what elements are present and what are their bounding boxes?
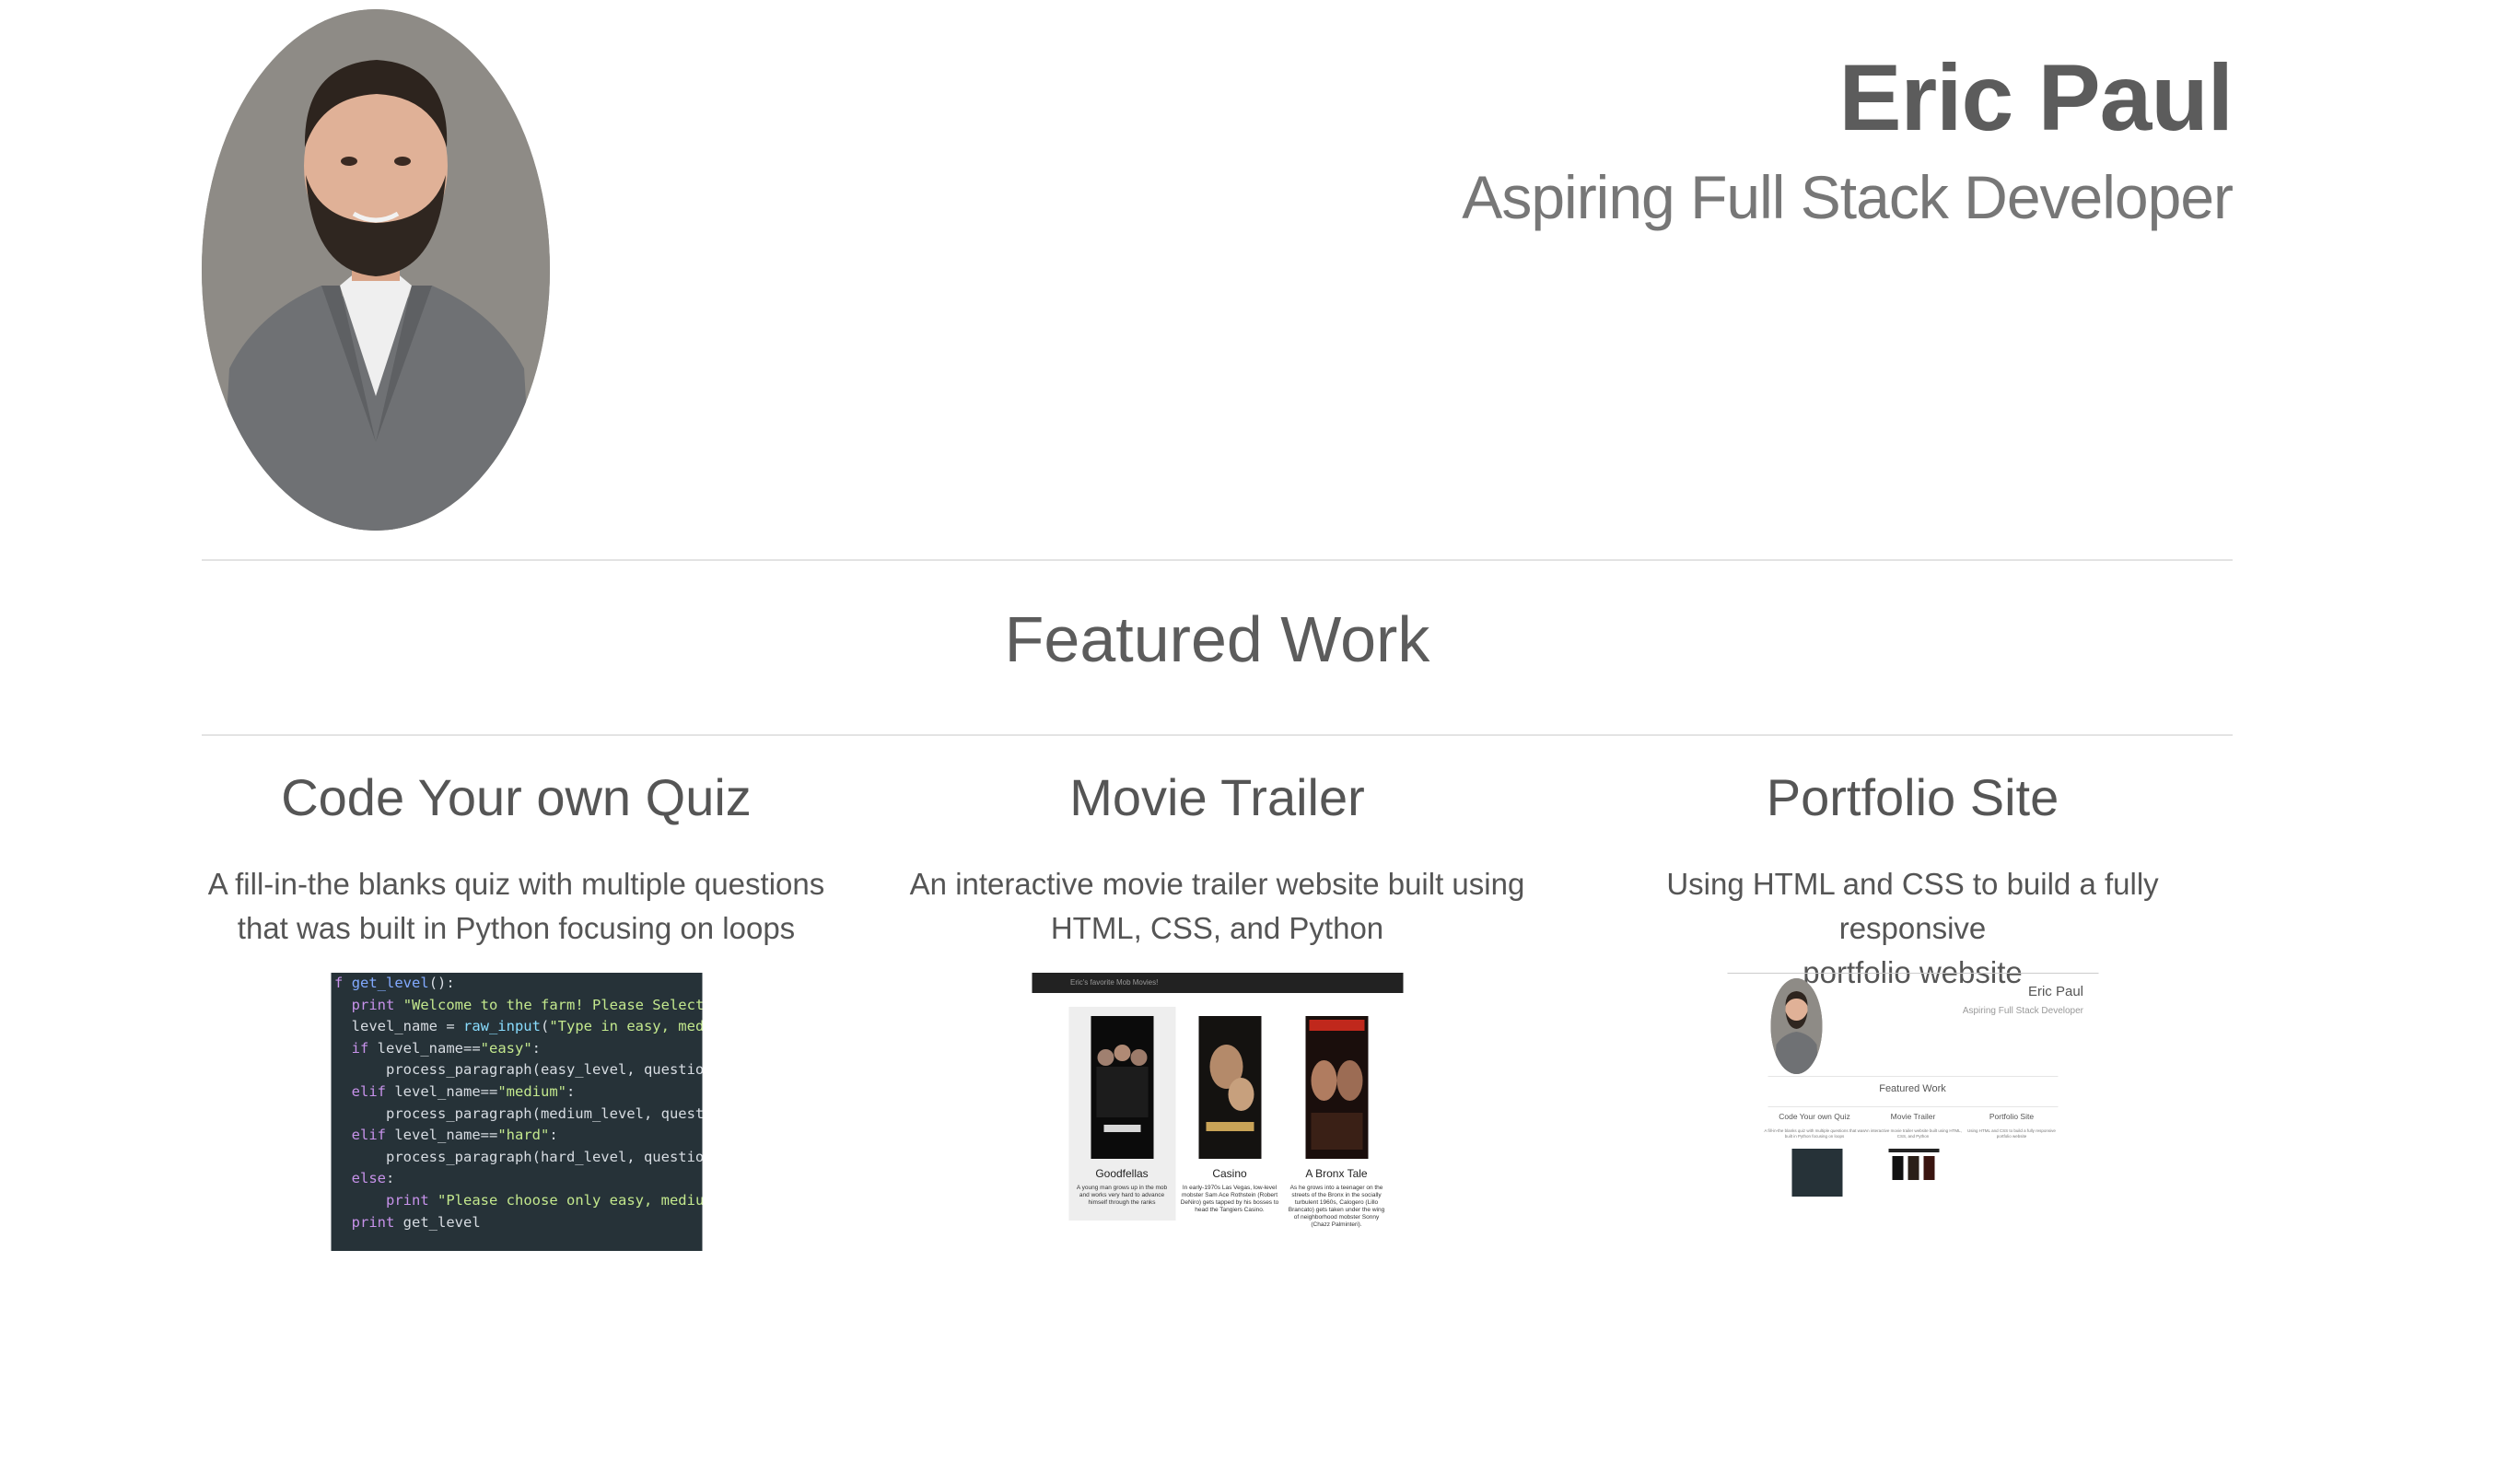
header-divider [202,559,2233,561]
project-description: An interactive movie trailer website bui… [903,862,1532,951]
site-owner-name: Eric Paul [1838,45,2234,150]
code-line: else: [351,1170,395,1187]
code-line: print "Please choose only easy, medium o [386,1191,702,1209]
project-description-line: Using HTML and CSS to build a fully resp… [1666,867,2159,945]
movie-card-goodfellas: Goodfellas A young man grows up in the m… [1068,1007,1175,1221]
project-title: Movie Trailer [1069,768,1365,826]
mini-project-title: Code Your own Quiz [1779,1112,1850,1121]
portfolio-thumbnail[interactable]: Eric Paul Aspiring Full Stack Developer … [1727,973,2098,1249]
movie-poster-goodfellas [1091,1016,1153,1159]
code-line: process_paragraph(hard_level, questions, [334,1148,702,1165]
code-line: elif level_name=="medium": [351,1082,576,1100]
mini-movie-thumbnail [1888,1149,1939,1190]
project-title: Code Your own Quiz [281,768,752,826]
project-description-line: A fill-in-the blanks quiz with multiple … [207,867,825,901]
mini-site-name: Eric Paul [2027,984,2083,999]
mini-code-thumbnail [1791,1149,1842,1197]
movie-description: In early-1970s Las Vegas, low-level mobs… [1180,1185,1279,1213]
mini-site-subtitle: Aspiring Full Stack Developer [1962,1006,2083,1016]
code-line: if level_name=="easy": [351,1039,542,1057]
mini-divider [1768,1076,2058,1077]
movie-description: A young man grows up in the mob and work… [1076,1185,1168,1206]
movie-card-casino: Casino In early-1970s Las Vegas, low-lev… [1176,1007,1283,1221]
project-description-line: HTML, CSS, and Python [1050,911,1384,945]
mini-divider [1768,1106,2058,1107]
mini-profile-photo [1770,978,1822,1074]
movie-title: A Bronx Tale [1305,1167,1368,1180]
code-line: process_paragraph(medium_level, question [334,1104,702,1122]
mini-project-desc: A fill-in-the blanks quiz with multiple … [1764,1128,1865,1139]
movie-poster-casino [1198,1016,1261,1159]
movie-trailer-thumbnail[interactable]: Eric's favorite Mob Movies! Goodfellas A… [1032,973,1403,1255]
portfolio-site-preview: Eric Paul Aspiring Full Stack Developer … [1727,973,2098,1249]
code-line: elif level_name=="hard": [351,1127,558,1144]
project-description: A fill-in-the blanks quiz with multiple … [202,862,831,951]
site-subtitle: Aspiring Full Stack Developer [1462,163,2234,231]
mini-top-border [1727,973,2098,974]
code-line: level_name = raw_input("Type in easy, me… [334,1018,702,1035]
project-description-line: An interactive movie trailer website bui… [909,867,1525,901]
portfolio-page: Eric Paul Aspiring Full Stack Developer … [202,0,2234,1472]
mini-project-col: Code Your own Quiz A fill-in-the blanks … [1764,1112,1865,1139]
movie-card-bronx-tale: A Bronx Tale As he grows into a teenager… [1283,1007,1390,1228]
project-title: Portfolio Site [1766,768,2059,826]
mini-project-desc: An interactive movie trailer website bui… [1864,1128,1962,1139]
mini-project-title: Movie Trailer [1890,1112,1936,1121]
project-card-quiz: Code Your own Quiz A fill-in-the blanks … [202,765,831,1251]
code-line: f get_level(): [334,975,455,991]
movie-description: As he grows into a teenager on the stree… [1288,1185,1385,1228]
code-line: process_paragraph(easy_level, questions, [334,1061,702,1079]
mini-project-desc: Using HTML and CSS to build a fully resp… [1967,1128,2056,1139]
featured-work-heading: Featured Work [1004,603,1430,675]
project-description-line: that was built in Python focusing on loo… [237,911,796,945]
mini-project-title: Portfolio Site [1989,1112,2035,1121]
featured-divider [202,734,2233,736]
movie-site-navbar: Eric's favorite Mob Movies! [1032,973,1403,993]
profile-photo [202,9,550,531]
project-card-movie-trailer: Movie Trailer An interactive movie trail… [903,765,1532,1255]
project-card-portfolio: Portfolio Site Using HTML and CSS to bui… [1592,765,2233,1197]
movie-title: Casino [1212,1167,1247,1180]
movie-title: Goodfellas [1095,1167,1149,1180]
code-screenshot-thumbnail[interactable]: f get_level(): print "Welcome to the far… [331,973,702,1251]
mini-project-col: Movie Trailer An interactive movie trail… [1862,1112,1964,1139]
code-line: print get_level [351,1213,481,1231]
movie-poster-bronx-tale [1305,1016,1368,1159]
mini-project-col: Portfolio Site Using HTML and CSS to bui… [1961,1112,2062,1139]
person-portrait-icon [1770,978,1822,1074]
movie-site-preview: Eric's favorite Mob Movies! Goodfellas A… [1032,973,1403,1255]
code-line: print "Welcome to the farm! Please Selec… [351,996,702,1013]
person-portrait-icon [202,9,550,531]
mini-featured-heading: Featured Work [1879,1083,1946,1094]
